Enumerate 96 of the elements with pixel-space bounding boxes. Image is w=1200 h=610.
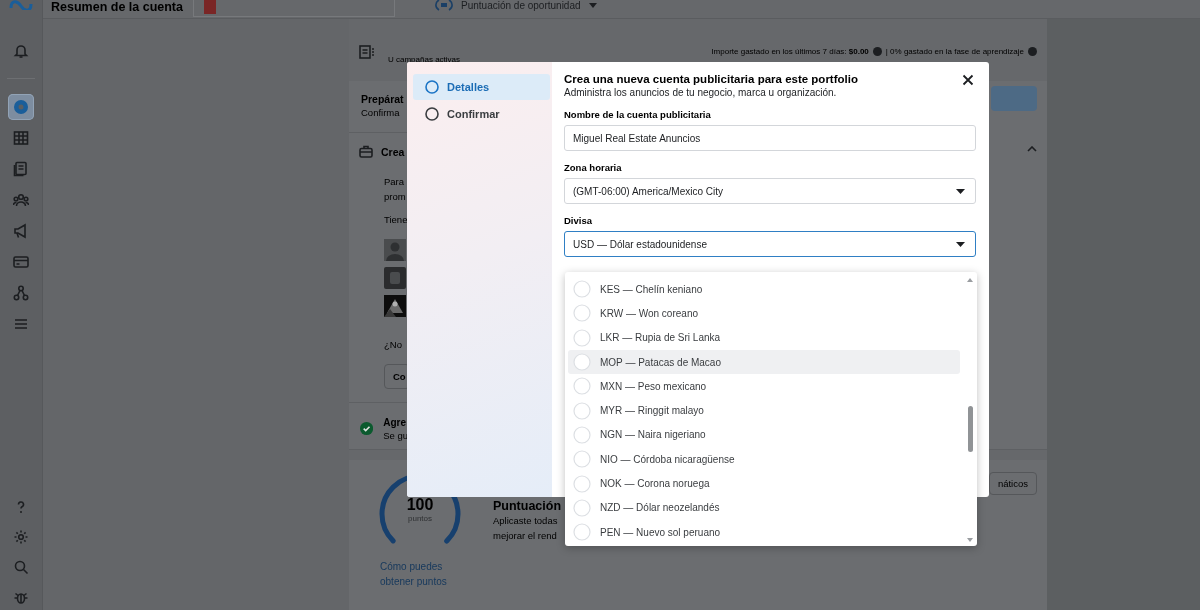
document-icon — [13, 161, 29, 177]
score-title: Puntuación — [493, 499, 562, 513]
question-text: Tiene — [384, 213, 408, 227]
radio-icon — [573, 328, 591, 347]
briefcase-icon — [359, 145, 373, 158]
radio-icon — [573, 450, 591, 469]
field-label: Zona horaria — [564, 162, 623, 173]
megaphone-icon — [13, 223, 29, 239]
select-field[interactable]: USD — Dólar estadounidense — [564, 231, 976, 257]
select-value: USD — Dólar estadounidense — [573, 238, 707, 250]
card-subtitle: Confirma — [361, 106, 401, 120]
step-circle-icon — [425, 107, 439, 121]
radio-icon — [573, 304, 591, 323]
help-text: ¿No — [384, 338, 403, 352]
description-text: Para — [384, 175, 406, 189]
page-title: Resumen de la cuenta — [51, 0, 184, 15]
radio-icon — [573, 353, 591, 372]
secondary-button[interactable]: Co — [384, 364, 410, 389]
secondary-button[interactable]: náticos — [988, 472, 1037, 495]
step-item[interactable]: Confirmar — [413, 101, 550, 127]
option-label: MXN — Peso mexicano — [600, 380, 707, 392]
score-description: Aplicaste todas — [493, 514, 559, 528]
currency-option[interactable]: MOP — Patacas de Macao — [568, 349, 960, 375]
radio-icon — [573, 425, 591, 444]
option-label: MOP — Patacas de Macao — [600, 356, 721, 368]
scrollbar-thumb[interactable] — [967, 406, 973, 452]
step-label: Detalles — [447, 81, 490, 93]
option-label: NZD — Dólar neozelandés — [600, 502, 720, 514]
score-label: Puntuación de oportunidad — [461, 0, 581, 11]
option-label: KRW — Won coreano — [600, 307, 698, 319]
section-title: Crea — [381, 145, 405, 158]
description-text: prom — [384, 190, 407, 204]
chevron-up-icon[interactable] — [1027, 146, 1037, 152]
step-title: Agre — [383, 417, 407, 428]
option-label: LKR — Rupia de Sri Lanka — [600, 332, 721, 344]
caret-icon — [956, 188, 965, 194]
currency-option[interactable]: LKR — Rupia de Sri Lanka — [568, 325, 960, 350]
option-label: NGN — Naira nigeriano — [600, 429, 706, 441]
field-label: Nombre de la cuenta publicitaria — [564, 109, 712, 120]
radio-icon — [573, 377, 591, 396]
radio-icon — [573, 401, 591, 420]
radio-icon — [573, 280, 591, 299]
search-icon — [13, 559, 29, 575]
select-value: (GMT-06:00) America/Mexico City — [573, 185, 724, 197]
caret-icon — [588, 2, 597, 8]
currency-option[interactable]: NOK — Corona noruega — [568, 471, 960, 496]
step-label: Confirmar — [447, 108, 500, 120]
account-selector[interactable] — [193, 0, 395, 17]
close-icon[interactable] — [962, 74, 974, 86]
score-description: mejorar el rend — [493, 529, 558, 543]
credit-card-icon — [13, 254, 29, 270]
option-label: NIO — Córdoba nicaragüense — [600, 453, 735, 465]
currency-option[interactable]: KRW — Won coreano — [568, 301, 960, 326]
step-circle-icon — [425, 80, 439, 94]
menu-icon — [13, 316, 29, 332]
spend-text: Importe gastado en los últimos 7 días: $0.00 — [711, 46, 869, 56]
option-label: MYR — Ringgit malayo — [600, 405, 704, 417]
option-label: NOK — Corona noruega — [600, 478, 710, 489]
sidebar-item[interactable] — [8, 94, 34, 120]
currency-option[interactable]: KES — Chelín keniano — [568, 277, 960, 302]
settings-icon — [13, 529, 29, 545]
currency-option[interactable]: MYR — Ringgit malayo — [568, 398, 960, 423]
scroll-down-icon[interactable] — [967, 538, 973, 542]
step-text: Se gu — [383, 429, 408, 443]
radio-icon — [573, 523, 591, 542]
caret-icon — [956, 241, 965, 247]
input-field[interactable]: Miguel Real Estate Anuncios — [564, 125, 976, 151]
currency-option[interactable]: NZD — Dólar neozelandés — [568, 495, 960, 520]
score-value: 100 — [405, 496, 435, 514]
account-thumbnail — [204, 0, 216, 14]
step-item[interactable]: Detalles — [413, 74, 550, 100]
radio-icon — [573, 474, 591, 493]
page-avatar-icon — [384, 267, 406, 289]
campaign-count: U campañas activas — [388, 55, 461, 64]
currency-option[interactable]: MXN — Peso mexicano — [568, 374, 960, 399]
campaign-icon — [359, 45, 375, 59]
option-label: PEN — Nuevo sol peruano — [600, 526, 721, 538]
network-icon — [13, 285, 29, 301]
currency-option[interactable]: PEN — Nuevo sol peruano — [568, 519, 960, 545]
field-label: Divisa — [564, 215, 593, 226]
dialog-subtitle: Administra los anuncios de tu negocio, marca u organización. — [564, 87, 838, 98]
avatar-icon — [384, 239, 406, 261]
score-icon — [435, 0, 453, 12]
people-icon — [13, 192, 29, 208]
table-icon — [13, 130, 29, 146]
select-field[interactable]: (GMT-06:00) America/Mexico City — [564, 178, 976, 204]
card-title: Prepárat — [361, 93, 405, 105]
currency-option[interactable]: NGN — Naira nigeriano — [568, 422, 960, 448]
learning-text: | 0% gastado en la fase de aprendizaje — [885, 46, 1024, 56]
dashboard-icon — [13, 99, 29, 115]
bell-icon — [13, 42, 29, 58]
currency-option[interactable]: NIO — Córdoba nicaragüense — [568, 447, 960, 472]
scroll-up-icon[interactable] — [967, 278, 973, 282]
option-label: KES — Chelín keniano — [600, 283, 703, 295]
dialog-title: Crea una nueva cuenta publicitaria para este portfolio — [564, 73, 858, 85]
radio-icon — [573, 498, 591, 517]
